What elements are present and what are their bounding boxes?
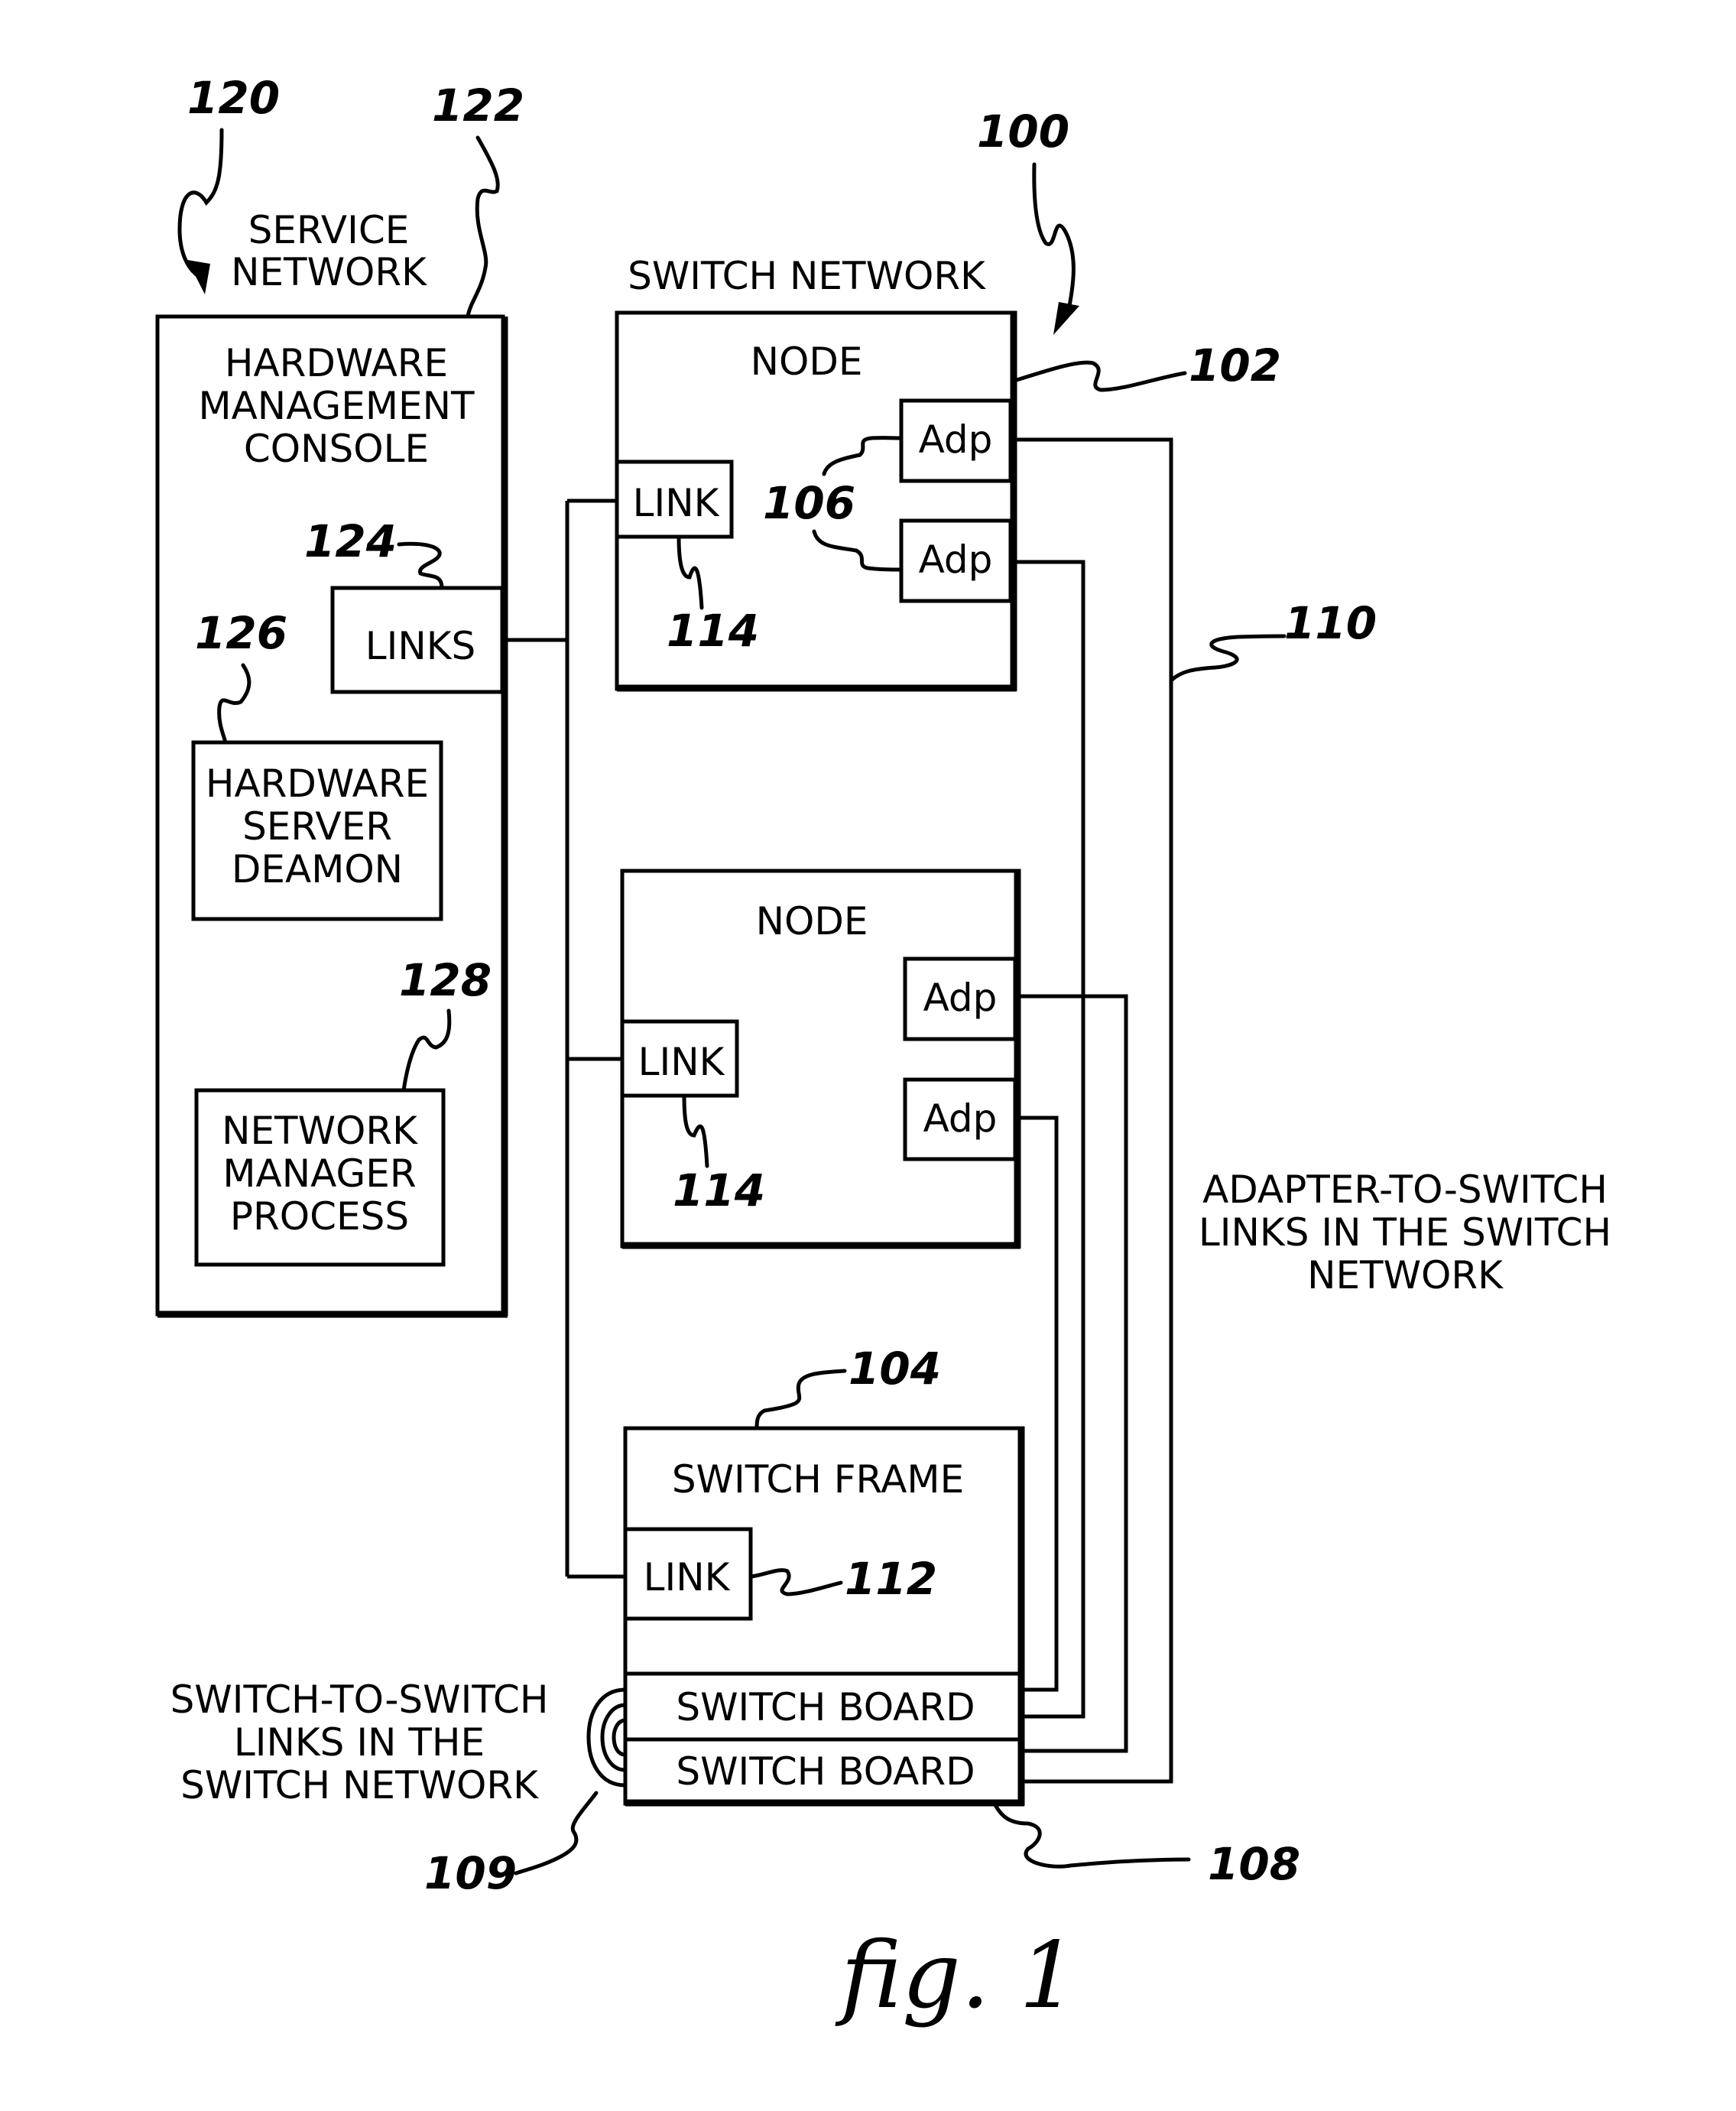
adapter-links-label-line2: LINKS IN THE SWITCH: [1199, 1210, 1611, 1255]
hmc-title-line3: CONSOLE: [244, 427, 429, 471]
node-1-adapter-2-label: Adp: [919, 537, 993, 582]
adapter-wire-node1-adp1: [1017, 437, 1173, 1784]
switch-frame-link-label: LINK: [644, 1555, 731, 1599]
adapter-wire-node2-adp1: [1021, 994, 1128, 1753]
ref-100-leader: [1032, 162, 1076, 312]
switch-board-1-label: SWITCH BOARD: [676, 1685, 975, 1729]
patent-figure: 120 SERVICE NETWORK 122 HARDWARE MANAGEM…: [155, 72, 1611, 2029]
ref-110: 110: [1284, 597, 1377, 649]
service-network-label-line2: NETWORK: [231, 250, 427, 294]
switch-to-switch-links: SWITCH-TO-SWITCH LINKS IN THE SWITCH NET…: [170, 1677, 626, 1899]
ref-126: 126: [195, 607, 287, 659]
ref-106: 106: [763, 477, 855, 529]
ref-120: 120: [187, 72, 280, 124]
ref-108-leader: [993, 1803, 1191, 1869]
hsd-label-line1: HARDWARE: [206, 762, 429, 806]
node-1-link-label: LINK: [633, 481, 720, 525]
ref-122-leader: [466, 135, 500, 319]
node-2-adapter-1-label: Adp: [923, 976, 998, 1020]
switch-network-label: SWITCH NETWORK: [628, 254, 986, 298]
node-2-label: NODE: [756, 899, 868, 943]
hmc-title-line2: MANAGEMENT: [198, 384, 475, 428]
ref-100-arrowhead-icon: [1053, 302, 1079, 335]
node-1-label: NODE: [751, 339, 863, 384]
switch-links-label-line1: SWITCH-TO-SWITCH: [170, 1677, 549, 1722]
nmp-label-line1: NETWORK: [222, 1109, 418, 1153]
hsd-label-line2: SERVER: [242, 804, 392, 849]
ref-128: 128: [399, 954, 492, 1006]
ref-110-leader: [1169, 634, 1287, 683]
service-links-wiring: [508, 499, 625, 1579]
ref-114-node-1: 114: [667, 605, 759, 657]
switch-board-2-label: SWITCH BOARD: [676, 1749, 975, 1794]
figure-caption: fig. 1: [835, 1923, 1078, 2029]
adapter-wire-node2-adp2: [1021, 1116, 1059, 1692]
ref-112: 112: [845, 1553, 937, 1605]
switch-frame-label: SWITCH FRAME: [672, 1457, 964, 1502]
switch-links-label-line2: LINKS IN THE: [234, 1720, 485, 1765]
links-label: LINKS: [365, 624, 476, 668]
adapter-links-label-line1: ADAPTER-TO-SWITCH: [1202, 1168, 1608, 1212]
service-network: 120 SERVICE NETWORK 122 HARDWARE MANAGEM…: [155, 72, 524, 1318]
ref-109: 109: [424, 1847, 517, 1899]
adapter-links-label-line3: NETWORK: [1307, 1253, 1504, 1297]
ref-120-arrowhead-icon: [187, 260, 210, 294]
ref-114-node-2: 114: [673, 1164, 765, 1216]
node-2-adapter-2-label: Adp: [923, 1096, 998, 1141]
node-1-adapter-1-label: Adp: [919, 417, 993, 462]
ref-104-leader: [754, 1369, 847, 1431]
ref-100: 100: [977, 106, 1069, 158]
ref-124: 124: [304, 515, 397, 567]
nmp-label-line3: PROCESS: [230, 1194, 409, 1239]
ref-120-leader: [177, 128, 224, 278]
ref-108: 108: [1208, 1838, 1300, 1890]
ref-122: 122: [432, 80, 524, 132]
node-2: NODE LINK 114 Adp Adp: [620, 869, 1021, 1249]
switch-frame: 104 SWITCH FRAME LINK 112 SWITCH BOARD S…: [623, 1343, 1300, 1890]
hardware-management-console: HARDWARE MANAGEMENT CONSOLE 124 LINKS 12…: [155, 314, 508, 1318]
nmp-label-line2: MANAGER: [222, 1151, 416, 1196]
ref-104: 104: [849, 1343, 941, 1395]
hmc-title-line1: HARDWARE: [225, 341, 448, 385]
hsd-label-line3: DEAMON: [232, 847, 403, 891]
adapter-to-switch-links: 110 ADAPTER-TO-SWITCH LINKS IN THE SWITC…: [1017, 437, 1611, 1784]
service-network-label-line1: SERVICE: [248, 208, 410, 252]
node-1: NODE 102 LINK 114 Adp Adp 106: [615, 310, 1281, 692]
node-2-link-label: LINK: [638, 1040, 725, 1084]
switch-links-label-line3: SWITCH NETWORK: [180, 1763, 539, 1807]
ref-102: 102: [1189, 339, 1281, 391]
ref-102-leader: [1014, 360, 1187, 392]
adapter-wire-node1-adp2: [1017, 560, 1085, 1719]
